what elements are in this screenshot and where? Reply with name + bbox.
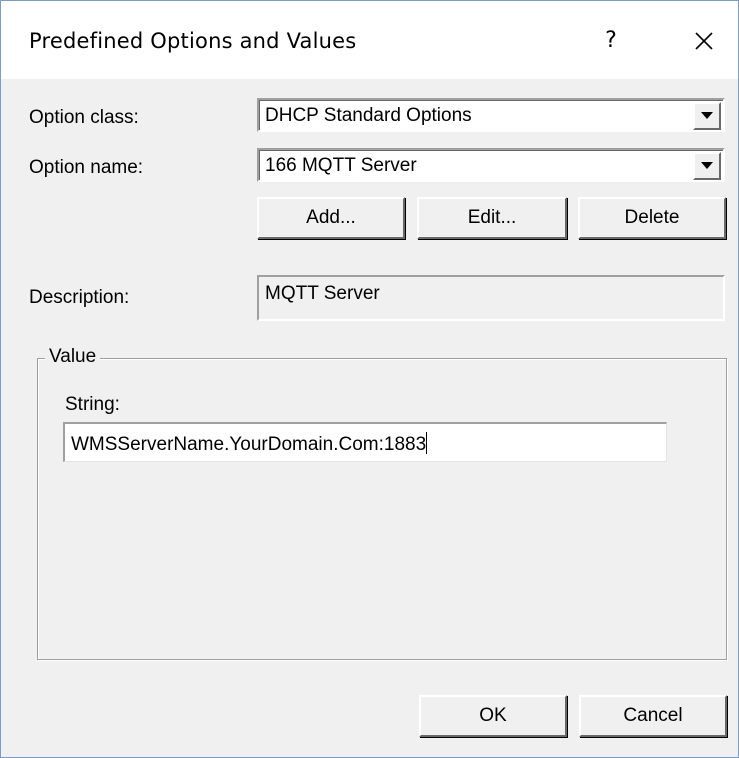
cancel-button[interactable]: Cancel (579, 695, 727, 737)
string-input[interactable]: WMSServerName.YourDomain.Com:1883 (63, 422, 667, 462)
option-name-select[interactable]: 166 MQTT Server (257, 148, 725, 182)
help-button[interactable]: ? (591, 21, 631, 61)
option-class-value: DHCP Standard Options (265, 105, 472, 126)
dialog-title: Predefined Options and Values (29, 29, 357, 53)
chevron-down-icon (701, 162, 713, 169)
description-value: MQTT Server (265, 283, 380, 304)
value-group-legend: Value (45, 346, 101, 368)
description-label: Description: (29, 287, 130, 308)
text-caret (426, 432, 428, 454)
dialog-window: Predefined Options and Values ? Option c… (0, 0, 739, 758)
value-groupbox (37, 358, 727, 660)
chevron-down-icon (701, 112, 713, 119)
title-bar[interactable]: Predefined Options and Values ? (1, 1, 738, 79)
description-field: MQTT Server (257, 275, 725, 321)
string-label: String: (65, 394, 120, 415)
option-name-value: 166 MQTT Server (265, 155, 417, 176)
add-button[interactable]: Add... (257, 197, 405, 239)
option-class-label: Option class: (29, 107, 139, 128)
close-button[interactable] (681, 21, 727, 61)
option-class-select[interactable]: DHCP Standard Options (257, 98, 725, 132)
option-name-dropdown-button[interactable] (693, 152, 721, 180)
edit-button[interactable]: Edit... (417, 197, 567, 239)
delete-button[interactable]: Delete (578, 197, 726, 239)
close-icon (695, 32, 713, 50)
option-class-dropdown-button[interactable] (693, 102, 721, 130)
string-value: WMSServerName.YourDomain.Com:1883 (71, 434, 427, 455)
ok-button[interactable]: OK (419, 695, 567, 737)
option-name-label: Option name: (29, 157, 144, 178)
